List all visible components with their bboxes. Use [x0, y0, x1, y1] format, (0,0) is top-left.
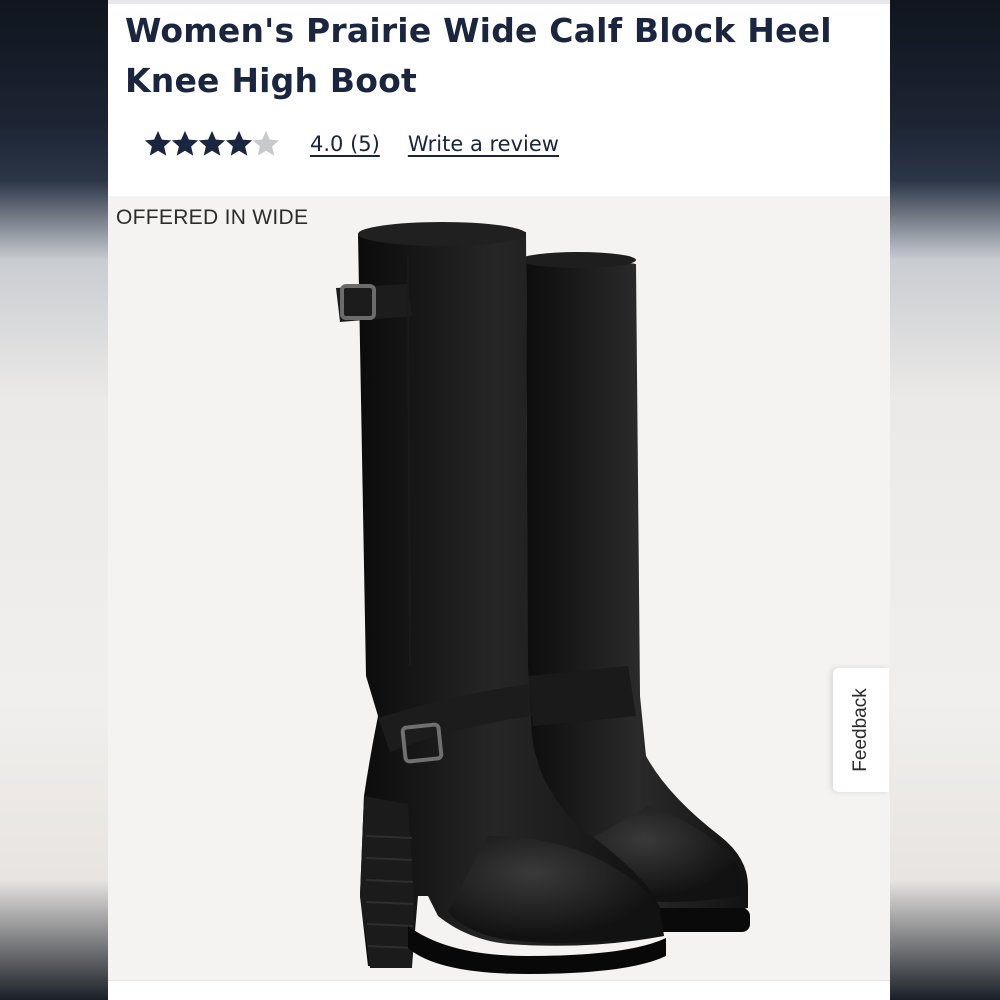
top-divider — [108, 0, 890, 4]
product-image[interactable]: OFFERED IN WIDE — [108, 196, 890, 980]
blurred-backdrop-left — [0, 0, 108, 1000]
offered-in-wide-badge: OFFERED IN WIDE — [116, 206, 309, 229]
feedback-tab[interactable]: Feedback — [833, 668, 889, 792]
star-icon — [225, 130, 253, 156]
star-icon — [198, 130, 226, 156]
product-title: Women's Prairie Wide Calf Block Heel Kne… — [125, 11, 832, 100]
feedback-label: Feedback — [850, 688, 871, 772]
star-icon — [144, 130, 172, 156]
rating-row: 4.0 (5) Write a review — [143, 124, 559, 164]
product-page: Women's Prairie Wide Calf Block Heel Kne… — [108, 0, 890, 1000]
star-icon — [171, 130, 199, 156]
rating-count-link[interactable]: 4.0 (5) — [310, 132, 380, 156]
blurred-backdrop-right — [890, 0, 1000, 1000]
star-empty-icon — [252, 130, 280, 156]
black-knee-high-boots-icon — [336, 222, 750, 974]
bottom-divider — [108, 980, 890, 1000]
write-review-link[interactable]: Write a review — [408, 132, 559, 156]
star-rating — [143, 129, 280, 159]
